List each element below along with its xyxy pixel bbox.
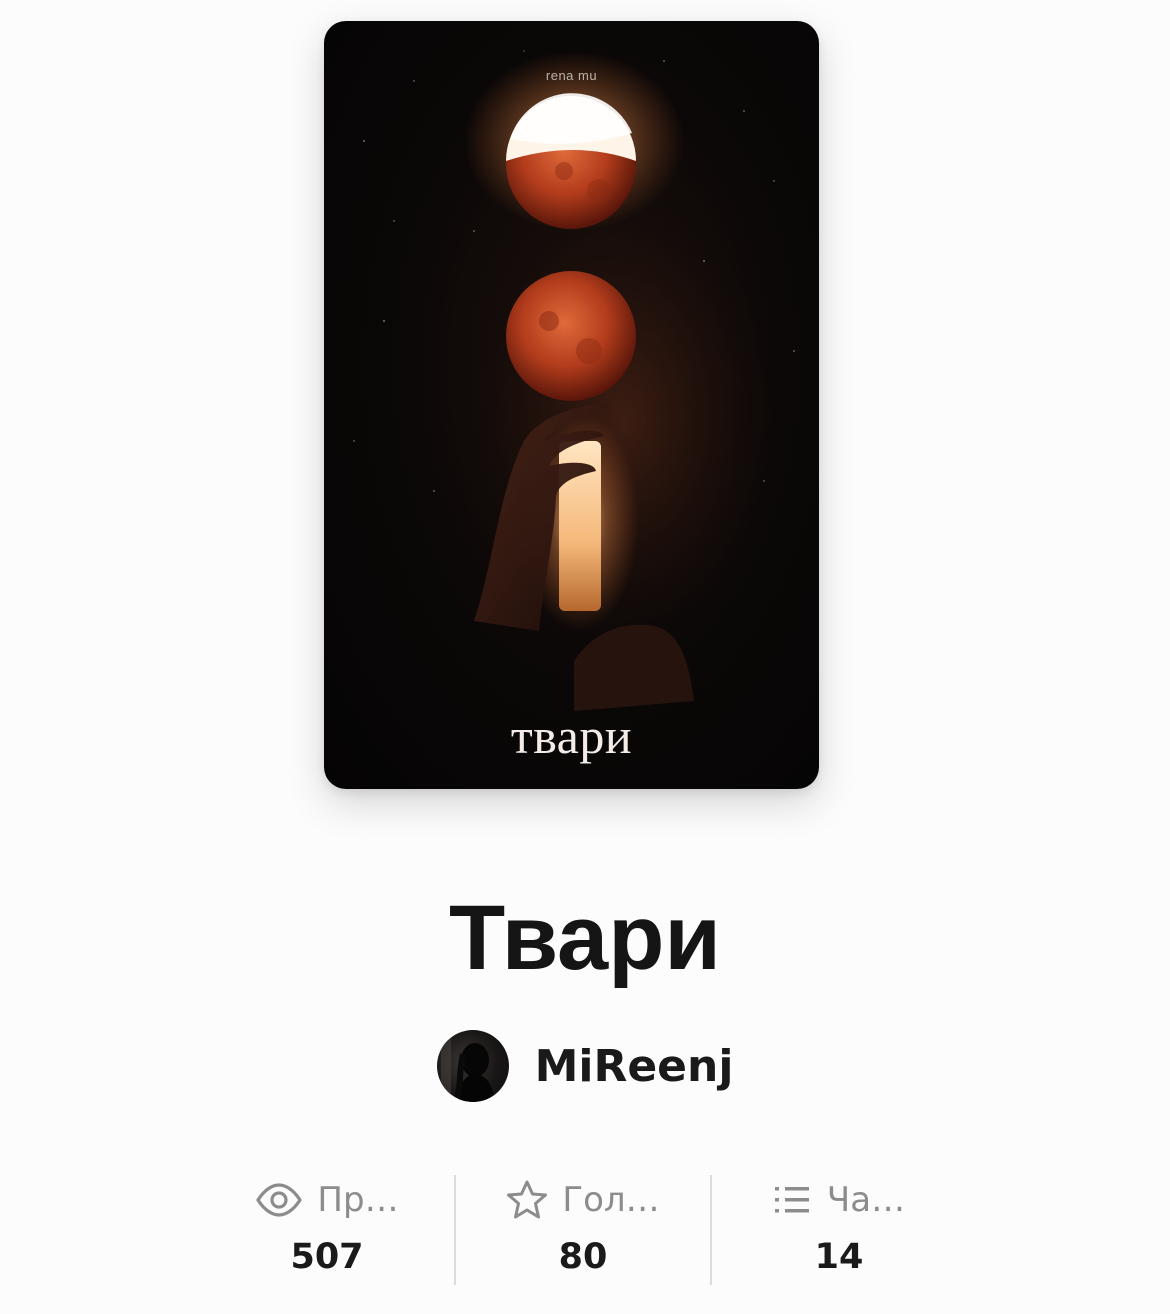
stat-views-value: 507	[290, 1237, 364, 1277]
list-icon	[773, 1184, 813, 1216]
stat-parts-label: Ча…	[826, 1180, 906, 1220]
stat-parts-value: 14	[814, 1237, 864, 1277]
cover-author-text: rena mu	[545, 68, 598, 83]
stat-views: Пр… 507	[200, 1175, 454, 1285]
stat-parts: Ча… 14	[710, 1175, 966, 1285]
eye-icon	[255, 1183, 303, 1217]
author-row[interactable]: MiReenj	[0, 1030, 1170, 1102]
avatar-image	[440, 1036, 495, 1102]
stat-votes-value: 80	[558, 1237, 608, 1277]
stats-bar: Пр… 507 Гол… 80 Ча… 14	[200, 1175, 966, 1285]
cover-title-text: твари	[510, 708, 633, 764]
book-cover[interactable]: rena mu твари	[324, 21, 819, 789]
stat-votes-label: Гол…	[562, 1180, 660, 1220]
star-icon	[506, 1180, 548, 1220]
cover-artwork	[353, 50, 795, 711]
author-name[interactable]: MiReenj	[535, 1041, 734, 1092]
author-avatar[interactable]	[436, 1030, 509, 1102]
book-title: Твари	[449, 887, 721, 989]
stat-votes: Гол… 80	[454, 1175, 710, 1285]
stat-views-label: Пр…	[317, 1180, 399, 1220]
